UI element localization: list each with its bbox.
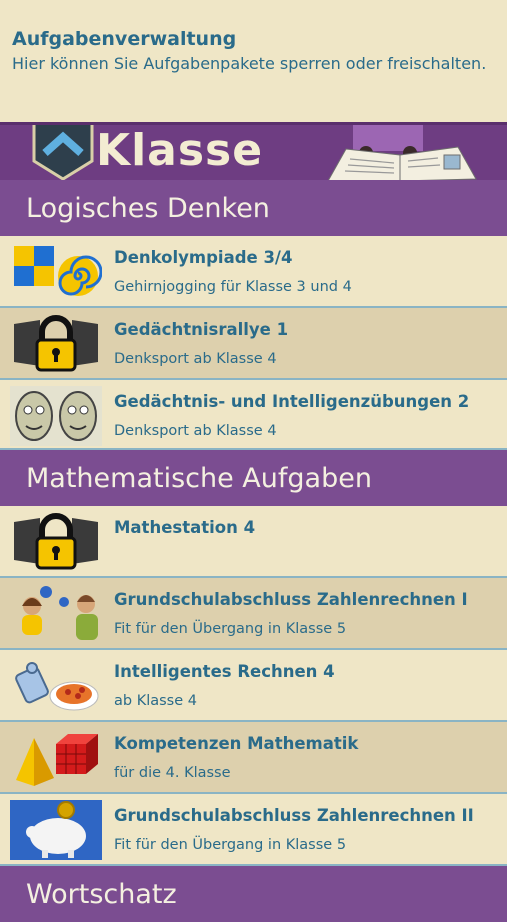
list-item-denkolympiade[interactable]: Denkolympiade 3/4 Gehirnjogging für Klas… xyxy=(0,236,507,308)
section-wortschatz: Wortschatz xyxy=(0,866,507,922)
section-title: Mathematische Aufgaben xyxy=(26,462,372,494)
section-logisches-denken: Logisches Denken xyxy=(0,180,507,236)
piggy-bank-icon xyxy=(10,800,102,860)
class-banner: Klasse xyxy=(0,122,507,180)
banner-title: Klasse xyxy=(96,125,264,176)
kids-icon xyxy=(22,586,98,640)
item-subtitle: Gehirnjogging für Klasse 3 und 4 xyxy=(114,279,352,295)
item-subtitle: für die 4. Klasse xyxy=(114,765,231,781)
info-header: Aufgabenverwaltung Hier können Sie Aufga… xyxy=(0,0,507,122)
item-name: Mathestation 4 xyxy=(114,518,256,537)
pyramid-cube-icon xyxy=(16,734,98,786)
item-name: Intelligentes Rechnen 4 xyxy=(114,662,335,681)
section-title: Logisches Denken xyxy=(26,192,270,224)
item-subtitle: Fit für den Übergang in Klasse 5 xyxy=(114,621,347,637)
list-item-zahlenrechnen-2[interactable]: Grundschulabschluss Zahlenrechnen II Fit… xyxy=(0,794,507,866)
lock-icon xyxy=(14,513,98,570)
puzzle-spiral-icon xyxy=(14,246,102,296)
item-subtitle: Denksport ab Klasse 4 xyxy=(114,351,277,367)
section-mathematische-aufgaben: Mathematische Aufgaben xyxy=(0,450,507,506)
list-item-kompetenzen-mathematik[interactable]: Kompetenzen Mathematik für die 4. Klasse xyxy=(0,722,507,794)
item-name: Kompetenzen Mathematik xyxy=(114,734,359,753)
chevron-up-icon[interactable] xyxy=(28,122,98,180)
section-title: Wortschatz xyxy=(26,878,177,910)
reading-book-icon xyxy=(327,125,477,180)
item-name: Gedächtnis- und Intelligenzübungen 2 xyxy=(114,392,470,411)
item-name: Gedächtnisrallye 1 xyxy=(114,320,289,339)
list-item-intelligentes-rechnen[interactable]: Intelligentes Rechnen 4 ab Klasse 4 xyxy=(0,650,507,722)
list-item-gedaechtnisrallye[interactable]: Gedächtnisrallye 1 Denksport ab Klasse 4 xyxy=(0,308,507,380)
faces-icon xyxy=(10,386,102,446)
list-item-gedaechtnis-intelligenz[interactable]: Gedächtnis- und Intelligenzübungen 2 Den… xyxy=(0,380,507,450)
page-title: Aufgabenverwaltung xyxy=(12,28,237,50)
list-item-mathestation[interactable]: Mathestation 4 xyxy=(0,506,507,578)
item-name: Grundschulabschluss Zahlenrechnen II xyxy=(114,806,474,825)
item-subtitle: ab Klasse 4 xyxy=(114,693,197,709)
item-subtitle: Fit für den Übergang in Klasse 5 xyxy=(114,837,347,853)
robot-pizza-icon xyxy=(15,662,99,711)
item-name: Grundschulabschluss Zahlenrechnen I xyxy=(114,590,468,609)
item-name: Denkolympiade 3/4 xyxy=(114,248,293,267)
page-description: Hier können Sie Aufgabenpakete sperren o… xyxy=(12,54,487,73)
item-subtitle: Denksport ab Klasse 4 xyxy=(114,423,277,439)
list-item-zahlenrechnen-1[interactable]: Grundschulabschluss Zahlenrechnen I Fit … xyxy=(0,578,507,650)
lock-icon xyxy=(14,315,98,372)
